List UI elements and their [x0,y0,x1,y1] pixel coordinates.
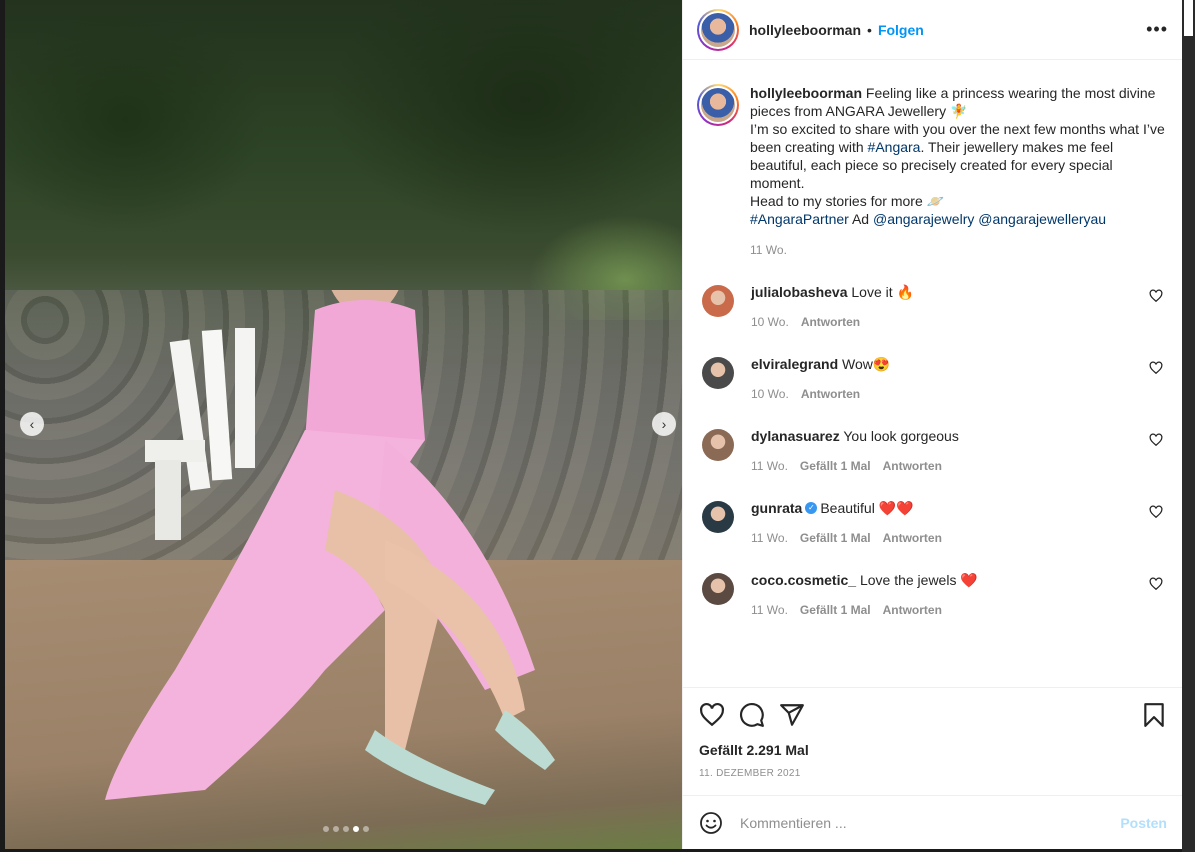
carousel-dots [323,826,369,832]
commenter-avatar[interactable] [702,285,734,317]
post-side-panel: hollyleeboorman • Folgen ••• hollyleeboo… [682,0,1183,849]
more-options-icon[interactable]: ••• [1146,19,1168,40]
comment-text: You look gorgeous [843,428,959,444]
comment-likes[interactable]: Gefällt 1 Mal [800,459,871,473]
comment-input[interactable] [740,814,1121,831]
commenter-username[interactable]: dylanasuarez [751,428,840,444]
comment-icon[interactable] [739,702,765,728]
mention-angarajewelleryau[interactable]: @angarajewelleryau [978,211,1106,227]
caption-text-4: Head to my stories for more 🪐 [750,193,945,209]
hashtag-angarapartner[interactable]: #AngaraPartner [750,211,849,227]
scrollbar-thumb[interactable] [1184,0,1193,36]
likes-count[interactable]: Gefällt 2.291 Mal [699,742,1167,758]
chevron-left-icon: ‹ [29,416,35,432]
reply-button[interactable]: Antworten [883,531,942,545]
commenter-avatar[interactable] [702,573,734,605]
comment-like-icon[interactable] [1149,289,1163,303]
carousel-next-button[interactable]: › [652,412,676,436]
comment-text: Wow😍 [842,356,891,372]
comment-likes[interactable]: Gefällt 1 Mal [800,603,871,617]
author-username[interactable]: hollyleeboorman [749,22,861,38]
follow-button[interactable]: Folgen [878,22,924,38]
comment-like-icon[interactable] [1149,361,1163,375]
commenter-username[interactable]: elviralegrand [751,356,838,372]
carousel-dot [343,826,349,832]
post-photo[interactable]: ‹ › [5,0,682,849]
comment-time[interactable]: 10 Wo. [751,387,789,401]
reply-button[interactable]: Antworten [801,387,860,401]
carousel-dot [333,826,339,832]
add-comment-bar: Posten [683,795,1183,849]
comment-item: elviralegrand Wow😍 10 Wo. Antworten [697,351,1167,403]
comment-item: gunrata ✓ Beautiful ❤️❤️ 11 Wo. Gefällt 1 M… [697,495,1167,547]
comments-list[interactable]: hollyleeboorman Feeling like a princess … [683,60,1183,687]
comment-time[interactable]: 11 Wo. [751,459,788,473]
caption-time[interactable]: 11 Wo. [750,243,787,257]
post-caption: hollyleeboorman Feeling like a princess … [697,84,1167,259]
comment-item: julialobasheva Love it 🔥 10 Wo. Antworten [697,279,1167,331]
post-date: 11. DEZEMBER 2021 [699,768,801,779]
carousel-dot [353,826,359,832]
author-avatar[interactable] [697,8,739,51]
carousel-prev-button[interactable]: ‹ [20,412,44,436]
mention-angarajewelry[interactable]: @angarajewelry [873,211,974,227]
carousel-dot [323,826,329,832]
reply-button[interactable]: Antworten [883,459,942,473]
commenter-avatar[interactable] [702,357,734,389]
comment-time[interactable]: 11 Wo. [751,531,788,545]
caption-username[interactable]: hollyleeboorman [750,85,862,101]
post-modal: ‹ › hollyleeboorman • Folgen ••• hollyle… [0,0,1195,852]
photo-model [105,290,555,805]
chevron-right-icon: › [661,416,667,432]
comment-rows: julialobasheva Love it 🔥 10 Wo. Antworten… [697,279,1167,619]
carousel-dot [363,826,369,832]
comment-like-icon[interactable] [1149,505,1163,519]
verified-badge-icon: ✓ [805,502,818,515]
reply-button[interactable]: Antworten [801,315,860,329]
comment-text: Beautiful ❤️❤️ [820,500,914,516]
comment-time[interactable]: 11 Wo. [751,603,788,617]
bookmark-icon[interactable] [1141,702,1167,728]
comment-text: Love it 🔥 [851,284,914,300]
comment-item: dylanasuarez You look gorgeous 11 Wo. Gef… [697,423,1167,475]
comment-likes[interactable]: Gefällt 1 Mal [800,531,871,545]
comment-time[interactable]: 10 Wo. [751,315,789,329]
comment-like-icon[interactable] [1149,433,1163,447]
emoji-icon[interactable] [699,811,723,835]
commenter-username[interactable]: gunrata [751,500,802,516]
photo-trees [5,0,682,320]
caption-ad-label: Ad [848,211,873,227]
share-icon[interactable] [779,702,805,728]
hashtag-angara[interactable]: #Angara [868,139,921,155]
comment-text: Love the jewels ❤️ [859,572,978,588]
commenter-avatar[interactable] [702,501,734,533]
post-comment-button[interactable]: Posten [1120,815,1167,831]
post-actions: Gefällt 2.291 Mal 11. DEZEMBER 2021 [683,687,1183,795]
comment-like-icon[interactable] [1149,577,1163,591]
reply-button[interactable]: Antworten [883,603,942,617]
page-scrollbar[interactable] [1182,0,1195,852]
commenter-username[interactable]: coco.cosmetic_ [751,572,856,588]
caption-avatar[interactable] [697,84,739,126]
commenter-username[interactable]: julialobasheva [751,284,847,300]
commenter-avatar[interactable] [702,429,734,461]
comment-item: coco.cosmetic_ Love the jewels ❤️ 11 Wo.… [697,567,1167,619]
separator-dot: • [867,21,872,38]
heart-icon[interactable] [699,702,725,728]
post-header: hollyleeboorman • Folgen ••• [683,0,1182,60]
